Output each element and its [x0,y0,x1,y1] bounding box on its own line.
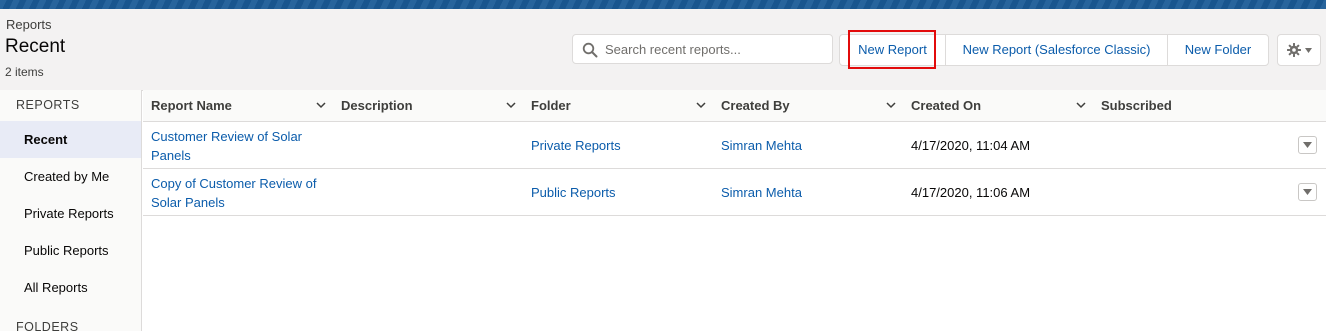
new-report-button[interactable]: New Report [840,35,945,65]
search-icon [582,42,598,58]
report-name-line: Customer Review of Solar [151,129,302,144]
chevron-down-icon[interactable] [1076,102,1086,109]
table-row: Copy of Customer Review of Solar Panels … [143,169,1326,216]
sidebar-item-created-by-me[interactable]: Created by Me [0,158,141,195]
column-label: Created By [721,98,790,113]
report-name-line: Solar Panels [151,195,225,210]
created-by-link[interactable]: Simran Mehta [721,136,802,155]
folder-link[interactable]: Private Reports [531,136,621,155]
column-label: Created On [911,98,982,113]
search-box[interactable] [572,34,833,64]
row-actions-button[interactable] [1298,136,1317,154]
chevron-down-icon[interactable] [506,102,516,109]
sidebar-item-all-reports[interactable]: All Reports [0,269,141,306]
created-on-cell: 4/17/2020, 11:04 AM [911,138,1031,153]
column-label: Folder [531,98,571,113]
caret-down-icon [1305,48,1312,53]
global-header-band [0,0,1326,9]
report-name-link[interactable]: Customer Review of Solar Panels [151,127,331,165]
new-report-classic-button[interactable]: New Report (Salesforce Classic) [945,35,1167,65]
chevron-down-icon[interactable] [886,102,896,109]
row-actions-button[interactable] [1298,183,1317,201]
report-name-link[interactable]: Copy of Customer Review of Solar Panels [151,174,331,212]
table-row: Customer Review of Solar Panels Private … [143,122,1326,169]
sidebar-section-reports: REPORTS [16,98,80,112]
column-header-subscribed[interactable]: Subscribed [1101,90,1281,122]
sidebar-nav: REPORTS Recent Created by Me Private Rep… [0,90,142,334]
column-header-description[interactable]: Description [341,90,521,122]
list-settings-button[interactable] [1277,34,1321,66]
report-name-line: Copy of Customer Review of [151,176,317,191]
item-count: 2 items [5,65,44,79]
page-header: Reports Recent 2 items New Report New Re… [0,9,1326,91]
column-header-report-name[interactable]: Report Name [151,90,331,122]
page-title: Recent [5,36,66,57]
search-input[interactable] [605,38,825,60]
table-header: Report Name Description Folder Created B… [143,90,1326,122]
report-name-line: Panels [151,148,191,163]
column-header-created-by[interactable]: Created By [721,90,901,122]
action-button-group: New Report New Report (Salesforce Classi… [839,34,1269,66]
breadcrumb[interactable]: Reports [6,17,52,32]
column-label: Subscribed [1101,98,1172,113]
caret-down-icon [1303,142,1312,148]
column-header-created-on[interactable]: Created On [911,90,1091,122]
column-header-folder[interactable]: Folder [531,90,711,122]
column-label: Description [341,98,413,113]
sidebar-item-recent[interactable]: Recent [0,121,141,158]
chevron-down-icon[interactable] [316,102,326,109]
sidebar-section-folders: FOLDERS [16,320,79,334]
sidebar-item-private-reports[interactable]: Private Reports [0,195,141,232]
chevron-down-icon[interactable] [696,102,706,109]
new-folder-button[interactable]: New Folder [1167,35,1268,65]
gear-icon [1287,43,1301,57]
column-label: Report Name [151,98,232,113]
folder-link[interactable]: Public Reports [531,183,616,202]
created-by-link[interactable]: Simran Mehta [721,183,802,202]
caret-down-icon [1303,189,1312,195]
sidebar-item-public-reports[interactable]: Public Reports [0,232,141,269]
created-on-cell: 4/17/2020, 11:06 AM [911,185,1031,200]
